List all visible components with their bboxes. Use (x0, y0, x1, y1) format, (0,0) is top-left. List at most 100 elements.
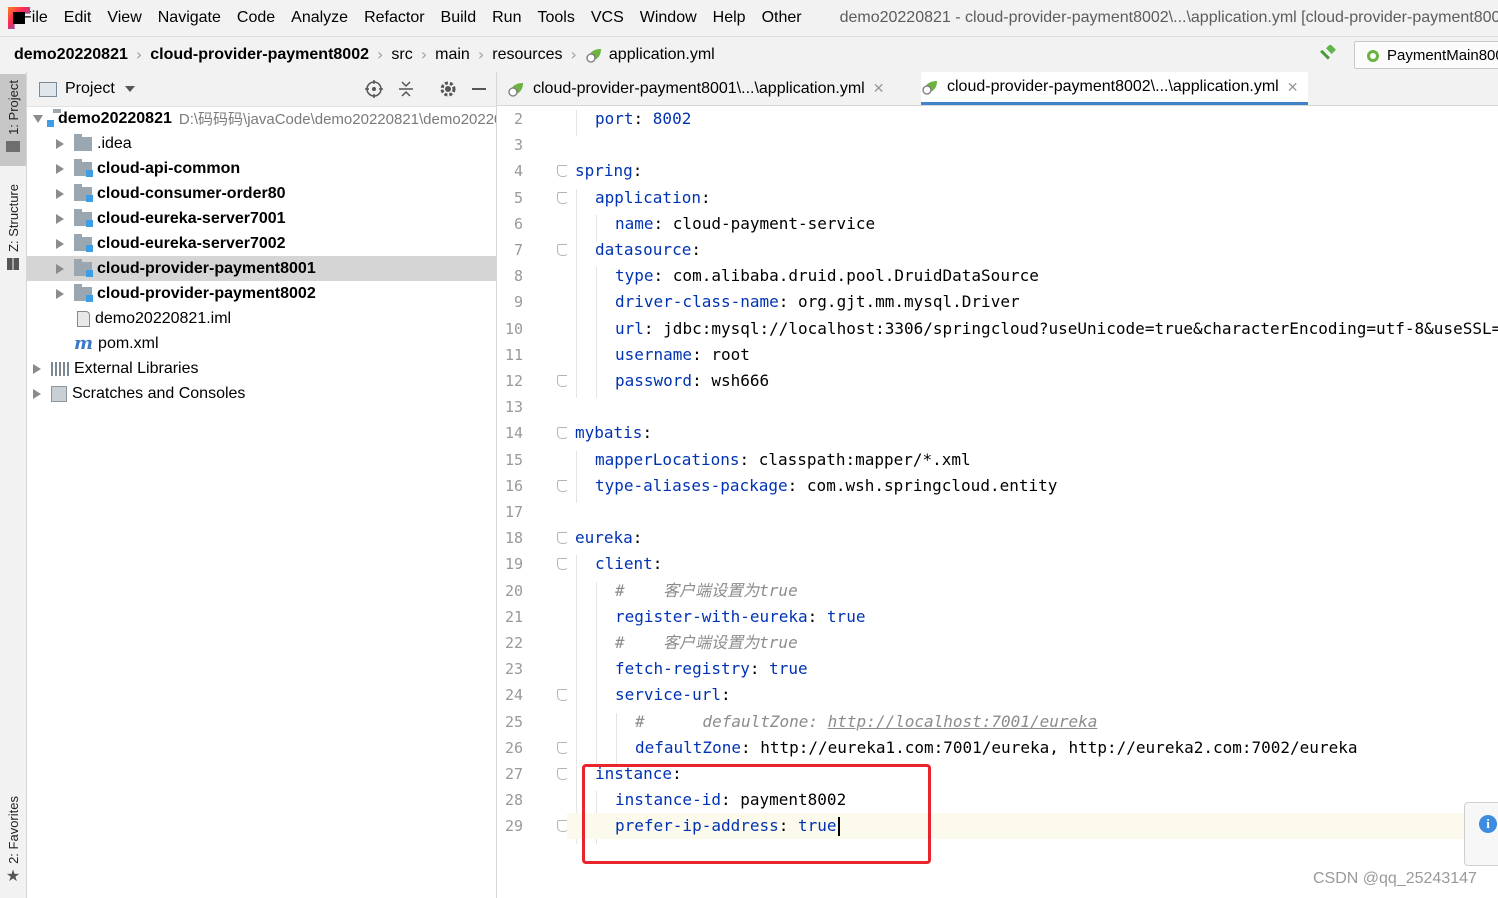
code-line[interactable]: datasource: (567, 237, 1498, 263)
code-line[interactable]: driver-class-name: org.gjt.mm.mysql.Driv… (567, 289, 1498, 315)
favorites-tool-button[interactable]: 2: Favorites ★ (0, 796, 26, 896)
gear-icon[interactable] (439, 80, 457, 98)
tree-item[interactable]: Scratches and Consoles (27, 381, 496, 406)
info-icon[interactable]: i (1479, 815, 1497, 833)
breadcrumb-item[interactable]: demo20220821 (14, 46, 128, 64)
close-icon[interactable]: ✕ (1287, 79, 1299, 96)
tree-item[interactable]: demo20220821.iml (27, 306, 496, 331)
editor-tab[interactable]: cloud-provider-payment8002\...\applicati… (921, 72, 1309, 105)
editor-tab-label: cloud-provider-payment8002\...\applicati… (947, 78, 1279, 95)
code-line[interactable]: url: jdbc:mysql://localhost:3306/springc… (567, 316, 1498, 342)
code-line[interactable]: fetch-registry: true (567, 656, 1498, 682)
tree-item[interactable]: cloud-consumer-order80 (27, 181, 496, 206)
expand-arrow-icon[interactable] (56, 163, 64, 174)
yaml-key: port (595, 109, 634, 128)
breadcrumb-item[interactable]: src (391, 46, 412, 64)
tree-item[interactable]: cloud-api-common (27, 156, 496, 181)
code-line[interactable]: client: (567, 551, 1498, 577)
menu-item-tools[interactable]: Tools (537, 9, 574, 27)
line-number: 11 (504, 345, 523, 364)
code-line[interactable]: name: cloud-payment-service (567, 211, 1498, 237)
build-hammer-icon[interactable] (1318, 45, 1338, 63)
code-line[interactable]: type-aliases-package: com.wsh.springclou… (567, 473, 1498, 499)
line-number: 7 (513, 241, 523, 259)
yaml-separator: : (653, 266, 673, 286)
breadcrumb-item[interactable]: cloud-provider-payment8002 (150, 46, 369, 64)
tree-root[interactable]: demo20220821 D:\码码码\javaCode\demo2022082… (27, 106, 496, 131)
menu-item-help[interactable]: Help (713, 9, 746, 27)
code-line[interactable]: spring: (567, 158, 1498, 184)
tree-item[interactable]: m pom.xml (27, 331, 496, 356)
expand-arrow-icon[interactable] (33, 363, 41, 374)
menu-item-other[interactable]: Other (762, 9, 802, 27)
menu-item-run[interactable]: Run (492, 9, 521, 27)
expand-arrow-icon[interactable] (33, 388, 41, 399)
menu-item-edit[interactable]: Edit (64, 9, 92, 27)
code-line[interactable]: username: root (567, 342, 1498, 368)
tree-item[interactable]: cloud-eureka-server7002 (27, 231, 496, 256)
menu-item-window[interactable]: Window (640, 9, 697, 27)
notification-bubble[interactable]: i (1464, 802, 1498, 866)
project-panel-header: Project (27, 72, 496, 107)
locate-target-icon[interactable] (365, 80, 383, 98)
left-tool-window-stripe: 1: Project Z: Structure 2: Favorites ★ (0, 72, 27, 898)
code-line[interactable]: port: 8002 (567, 106, 1498, 132)
expand-arrow-icon[interactable] (56, 188, 64, 199)
code-line[interactable]: # 客户端设置为true (567, 630, 1498, 656)
yaml-key: datasource (595, 240, 692, 259)
minimize-icon[interactable] (471, 80, 487, 98)
menu-item-vcs[interactable]: VCS (591, 9, 624, 27)
expand-arrow-icon[interactable] (33, 114, 43, 123)
close-icon[interactable]: ✕ (873, 80, 885, 97)
code-line[interactable]: mybatis: (567, 420, 1498, 446)
expand-arrow-icon[interactable] (56, 288, 64, 299)
code-line[interactable]: # 客户端设置为true (567, 578, 1498, 604)
code-line[interactable]: application: (567, 185, 1498, 211)
menu-item-navigate[interactable]: Navigate (158, 9, 221, 27)
breadcrumb-item[interactable]: main (435, 46, 470, 64)
menu-item-build[interactable]: Build (441, 9, 477, 27)
tree-item-label: cloud-eureka-server7002 (97, 234, 286, 252)
code-line[interactable]: # defaultZone: http://localhost:7001/eur… (567, 709, 1498, 735)
run-configuration-select[interactable]: PaymentMain8002 (1354, 41, 1498, 69)
project-tool-button[interactable]: 1: Project (0, 74, 26, 166)
tree-item[interactable]: cloud-provider-payment8001 (27, 256, 496, 281)
tree-item[interactable]: cloud-provider-payment8002 (27, 281, 496, 306)
editor-tab[interactable]: cloud-provider-payment8001\...\applicati… (507, 72, 894, 105)
code-line[interactable]: type: com.alibaba.druid.pool.DruidDataSo… (567, 263, 1498, 289)
code-line[interactable]: register-with-eureka: true (567, 604, 1498, 630)
structure-tool-button[interactable]: Z: Structure (0, 184, 26, 284)
scratches-icon (51, 385, 67, 402)
collapse-all-icon[interactable] (397, 80, 415, 98)
project-view-selector[interactable]: Project (65, 80, 115, 98)
expand-arrow-icon[interactable] (56, 263, 64, 274)
code-line[interactable]: service-url: (567, 682, 1498, 708)
code-line[interactable] (567, 499, 1498, 525)
code-line[interactable]: defaultZone: http://eureka1.com:7001/eur… (567, 735, 1498, 761)
chevron-down-icon[interactable] (124, 86, 135, 92)
maven-icon: m (74, 333, 94, 354)
code-line[interactable]: eureka: (567, 525, 1498, 551)
run-configuration-label: PaymentMain8002 (1387, 46, 1498, 64)
breadcrumb-item[interactable]: application.yml (609, 46, 715, 64)
line-number: 24 (504, 686, 523, 705)
tree-item[interactable]: External Libraries (27, 356, 496, 381)
menu-item-code[interactable]: Code (237, 9, 275, 27)
menu-item-view[interactable]: View (107, 9, 141, 27)
menu-item-analyze[interactable]: Analyze (291, 9, 348, 27)
comment-link[interactable]: http://localhost:7001/eureka (828, 712, 1098, 731)
line-number: 27 (504, 765, 523, 783)
menu-item-refactor[interactable]: Refactor (364, 9, 424, 27)
tree-item[interactable]: .idea (27, 131, 496, 156)
expand-arrow-icon[interactable] (56, 238, 64, 249)
expand-arrow-icon[interactable] (56, 213, 64, 224)
code-line[interactable] (567, 132, 1498, 158)
tree-item[interactable]: cloud-eureka-server7001 (27, 206, 496, 231)
expand-arrow-icon[interactable] (56, 138, 64, 149)
code-line[interactable] (567, 394, 1498, 420)
structure-tool-label: Z: Structure (5, 184, 21, 252)
code-line[interactable]: mapperLocations: classpath:mapper/*.xml (567, 447, 1498, 473)
code-line[interactable]: password: wsh666 (567, 368, 1498, 394)
yaml-separator: : (787, 475, 807, 495)
breadcrumb-item[interactable]: resources (492, 46, 562, 64)
